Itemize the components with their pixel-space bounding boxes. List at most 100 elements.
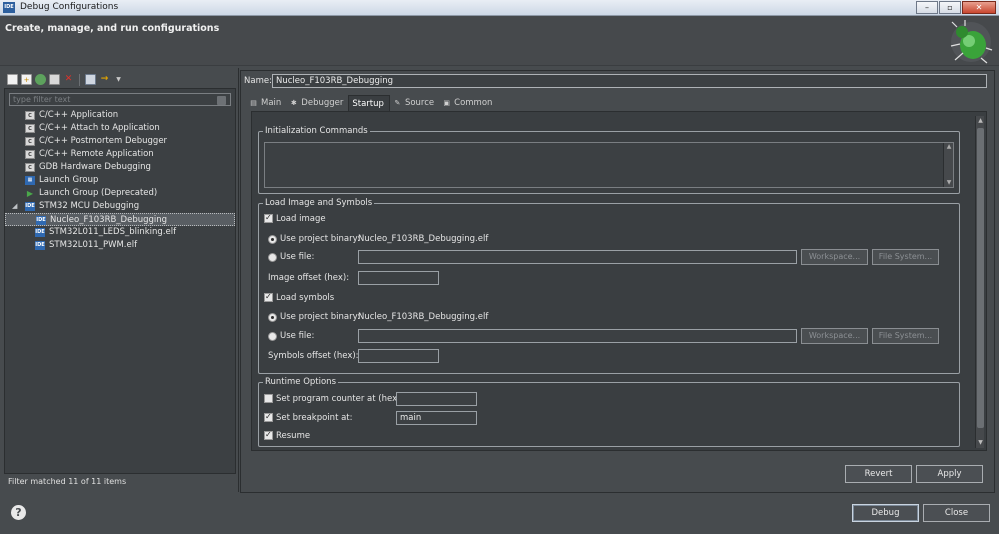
main-tab-icon: ▤ xyxy=(250,98,257,107)
toolbar-separator xyxy=(79,73,80,86)
tab-debugger[interactable]: ✱ Debugger xyxy=(286,95,348,111)
tree-item-label: C/C++ Postmortem Debugger xyxy=(39,136,168,146)
symbols-project-binary: Nucleo_F103RB_Debugging.elf xyxy=(358,312,489,322)
help-icon[interactable]: ? xyxy=(11,505,26,520)
clear-filter-icon[interactable] xyxy=(217,96,226,105)
set-pc-checkbox[interactable] xyxy=(264,394,273,403)
duplicate-icon[interactable] xyxy=(49,74,60,85)
window-title: Debug Configurations xyxy=(20,2,119,12)
load-symbols-label: Load symbols xyxy=(276,293,335,303)
runtime-options-legend: Runtime Options xyxy=(265,377,337,387)
debug-button[interactable]: Debug xyxy=(852,504,919,522)
tree-item[interactable]: ▦ Launch Group xyxy=(5,174,235,187)
config-tabs: ▤ Main ✱ Debugger Startup ✎ Source ▣ Common xyxy=(246,95,497,111)
symbols-use-project-label: Use project binary: xyxy=(280,312,360,322)
symbols-file-input[interactable] xyxy=(358,329,797,343)
close-window-button[interactable]: ✕ xyxy=(962,1,996,14)
tree-item-label: C/C++ Remote Application xyxy=(39,149,154,159)
symbols-offset-input[interactable] xyxy=(358,349,439,363)
tab-label: Startup xyxy=(352,98,384,109)
symbols-workspace-button[interactable]: Workspace... xyxy=(801,328,868,344)
tree-item[interactable]: C C/C++ Application xyxy=(5,109,235,122)
tree-item[interactable]: C C/C++ Attach to Application xyxy=(5,122,235,135)
resume-label: Resume xyxy=(276,431,311,441)
tab-source[interactable]: ✎ Source xyxy=(390,95,439,111)
scroll-thumb[interactable] xyxy=(977,128,984,428)
filter-icon[interactable]: → xyxy=(99,74,110,85)
tree-item-label: C/C++ Application xyxy=(39,110,119,120)
c-config-icon: C xyxy=(25,137,35,146)
textarea-scroll-down-icon[interactable]: ▼ xyxy=(945,179,953,187)
filter-status: Filter matched 11 of 11 items xyxy=(8,477,127,486)
symbols-filesystem-button[interactable]: File System... xyxy=(872,328,939,344)
page-title: Create, manage, and run configurations xyxy=(5,23,220,34)
ide-icon: IDE xyxy=(36,216,46,225)
tab-label: Main xyxy=(261,98,282,108)
tree-item[interactable]: C C/C++ Remote Application xyxy=(5,148,235,161)
c-config-icon: C xyxy=(25,111,35,120)
load-image-legend: Load Image and Symbols xyxy=(265,198,373,208)
maximize-button[interactable]: ▫ xyxy=(939,1,961,14)
tree-item-label: Launch Group (Deprecated) xyxy=(39,188,158,198)
runtime-options-group: Runtime Options xyxy=(258,377,960,447)
ide-icon: IDE xyxy=(35,228,45,237)
image-use-file-radio[interactable] xyxy=(268,253,277,262)
set-breakpoint-input[interactable]: main xyxy=(396,411,477,425)
tree-item[interactable]: IDE Nucleo_F103RB_Debugging xyxy=(5,213,235,226)
tab-label: Common xyxy=(454,98,493,108)
image-workspace-button[interactable]: Workspace... xyxy=(801,249,868,265)
image-offset-input[interactable] xyxy=(358,271,439,285)
delete-icon[interactable]: ✕ xyxy=(63,74,74,85)
tree-item[interactable]: C GDB Hardware Debugging xyxy=(5,161,235,174)
header-banner: Create, manage, and run configurations xyxy=(0,16,999,66)
export-icon[interactable] xyxy=(35,74,46,85)
tree-item[interactable]: ◢ IDE STM32 MCU Debugging xyxy=(5,200,235,213)
config-tree-panel: type filter text C C/C++ Application C C/C+… xyxy=(4,88,236,474)
resume-checkbox[interactable] xyxy=(264,430,273,440)
tree-item[interactable]: C C/C++ Postmortem Debugger xyxy=(5,135,235,148)
new-prototype-icon[interactable]: + xyxy=(21,74,32,85)
content-scrollbar[interactable]: ▲ ▼ xyxy=(975,116,984,448)
image-filesystem-button[interactable]: File System... xyxy=(872,249,939,265)
tree-item-label: STM32L011_LEDS_blinking.elf xyxy=(49,227,177,237)
tab-common[interactable]: ▣ Common xyxy=(439,95,497,111)
launch-arrow-icon: ▶ xyxy=(26,189,34,198)
init-commands-textarea[interactable]: ▲ ▼ xyxy=(264,142,954,188)
set-breakpoint-label: Set breakpoint at: xyxy=(276,413,353,423)
window-title-bar[interactable]: IDE Debug Configurations – ▫ ✕ xyxy=(0,0,999,16)
apply-button[interactable]: Apply xyxy=(916,465,983,483)
image-project-binary: Nucleo_F103RB_Debugging.elf xyxy=(358,234,489,244)
tree-item[interactable]: ▶ Launch Group (Deprecated) xyxy=(5,187,235,200)
tab-startup[interactable]: Startup xyxy=(348,95,390,111)
set-pc-input[interactable] xyxy=(396,392,477,406)
symbols-offset-label: Symbols offset (hex): xyxy=(268,351,359,361)
filter-input[interactable]: type filter text xyxy=(9,93,231,106)
textarea-scrollbar[interactable]: ▲ ▼ xyxy=(943,143,953,187)
minimize-button[interactable]: – xyxy=(916,1,938,14)
tree-item[interactable]: IDE STM32L011_LEDS_blinking.elf xyxy=(5,226,235,239)
collapse-all-icon[interactable] xyxy=(85,74,96,85)
image-file-input[interactable] xyxy=(358,250,797,264)
textarea-scroll-up-icon[interactable]: ▲ xyxy=(945,143,953,151)
tab-main[interactable]: ▤ Main xyxy=(246,95,286,111)
scroll-up-icon[interactable]: ▲ xyxy=(977,117,984,125)
panel-divider[interactable] xyxy=(238,68,239,492)
app-icon: IDE xyxy=(3,2,15,13)
ide-icon: IDE xyxy=(35,241,45,250)
expanded-chevron-icon[interactable]: ◢ xyxy=(12,200,20,213)
image-use-project-radio[interactable] xyxy=(268,235,277,244)
config-name-input[interactable]: Nucleo_F103RB_Debugging xyxy=(272,74,987,88)
new-config-icon[interactable] xyxy=(7,74,18,85)
close-button[interactable]: Close xyxy=(923,504,990,522)
debug-bug-icon xyxy=(950,20,993,64)
load-symbols-checkbox[interactable] xyxy=(264,292,273,302)
chevron-down-icon[interactable]: ▼ xyxy=(113,74,124,85)
symbols-use-file-radio[interactable] xyxy=(268,332,277,341)
symbols-use-project-radio[interactable] xyxy=(268,313,277,322)
scroll-down-icon[interactable]: ▼ xyxy=(977,439,984,447)
init-commands-legend: Initialization Commands xyxy=(265,126,368,136)
set-breakpoint-checkbox[interactable] xyxy=(264,412,273,422)
revert-button[interactable]: Revert xyxy=(845,465,912,483)
load-image-checkbox[interactable] xyxy=(264,213,273,223)
tree-item[interactable]: IDE STM32L011_PWM.elf xyxy=(5,239,235,252)
